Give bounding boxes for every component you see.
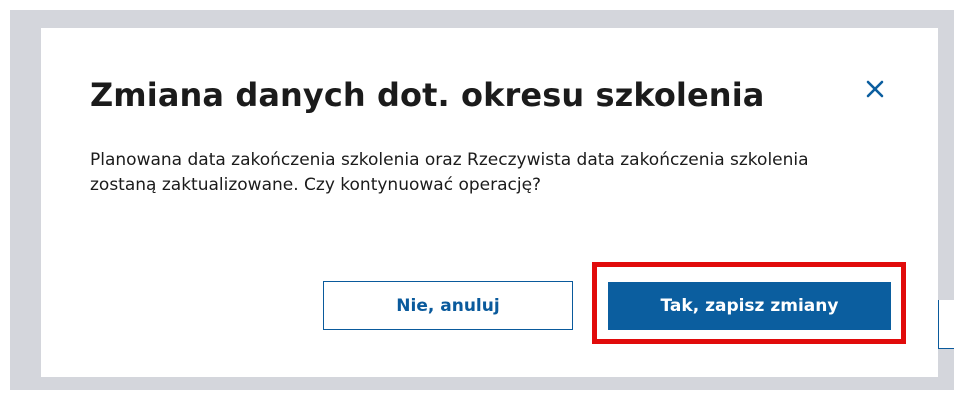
close-icon-graphic — [866, 80, 884, 98]
close-icon[interactable] — [862, 76, 888, 102]
background-page-edge — [938, 300, 954, 349]
cancel-button[interactable]: Nie, anuluj — [323, 281, 573, 330]
dialog-message: Planowana data zakończenia szkolenia ora… — [90, 150, 809, 195]
confirm-save-button[interactable]: Tak, zapisz zmiany — [608, 282, 891, 330]
dialog-title: Zmiana danych dot. okresu szkolenia — [90, 76, 765, 114]
